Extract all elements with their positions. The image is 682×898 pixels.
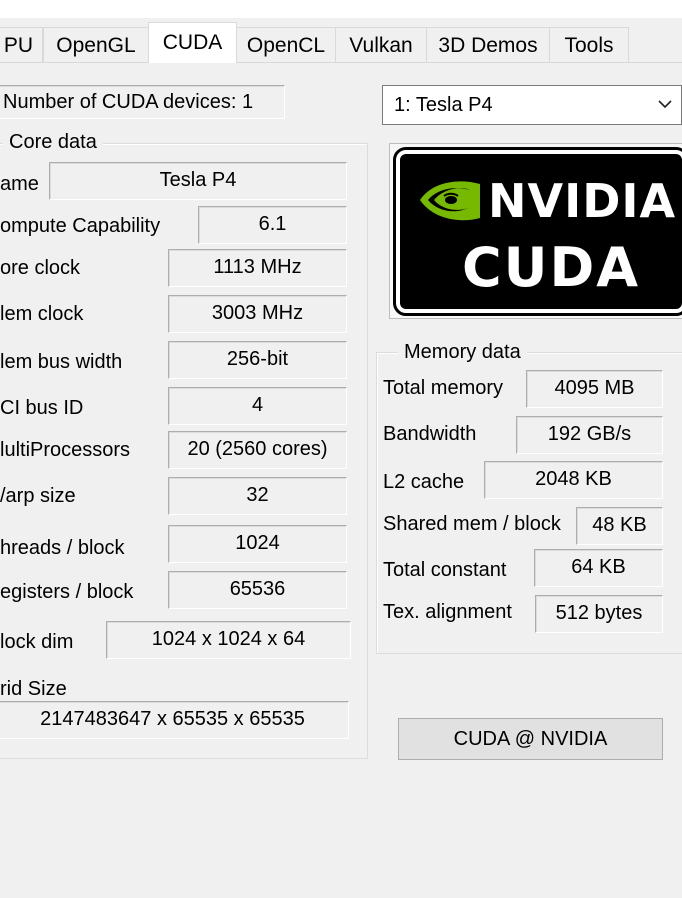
bandwidth-label: Bandwidth — [383, 423, 477, 445]
block-dim-label: lock dim — [0, 631, 74, 653]
name-field: Tesla P4 — [49, 162, 347, 200]
l2-cache-field: 2048 KB — [484, 461, 663, 499]
threads-per-block-field: 1024 — [168, 525, 347, 563]
pci-bus-id-field: 4 — [168, 387, 347, 425]
compute-capability-label: ompute Capability — [0, 215, 161, 237]
grid-size-label: rid Size — [0, 678, 67, 700]
mem-clock-field: 3003 MHz — [168, 295, 347, 333]
multiprocessors-field: 20 (2560 cores) — [168, 431, 347, 469]
total-memory-field: 4095 MB — [526, 370, 663, 408]
nvidia-eye-icon — [420, 181, 480, 221]
mem-bus-width-field: 256-bit — [168, 341, 347, 379]
multiprocessors-label: lultiProcessors — [0, 439, 131, 461]
pci-bus-id-label: CI bus ID — [0, 397, 84, 419]
device-select-value: 1: Tesla P4 — [394, 94, 493, 116]
total-constant-field: 64 KB — [534, 549, 663, 587]
tab-cuda[interactable]: CUDA — [148, 22, 237, 63]
warp-size-label: /arp size — [0, 485, 76, 507]
device-count-field: Number of CUDA devices: 1 — [0, 85, 285, 119]
shared-mem-label: Shared mem / block — [383, 513, 561, 535]
tex-alignment-label: Tex. alignment — [383, 601, 512, 623]
grid-size-field: 2147483647 x 65535 x 65535 — [0, 701, 349, 739]
warp-size-field: 32 — [168, 477, 347, 515]
window-top-strip — [0, 0, 682, 18]
mem-clock-label: lem clock — [0, 303, 84, 325]
bandwidth-field: 192 GB/s — [516, 416, 663, 454]
total-memory-label: Total memory — [383, 377, 504, 399]
tab-3d-demos[interactable]: 3D Demos — [426, 27, 550, 62]
core-clock-label: ore clock — [0, 257, 81, 279]
tab-tools[interactable]: Tools — [549, 27, 629, 62]
memory-data-title: Memory data — [398, 341, 527, 364]
core-clock-field: 1113 MHz — [168, 249, 347, 287]
tab-divider — [0, 62, 682, 63]
l2-cache-label: L2 cache — [383, 471, 465, 493]
registers-per-block-field: 65536 — [168, 571, 347, 609]
compute-capability-field: 6.1 — [198, 206, 347, 244]
name-label: ame — [0, 173, 39, 195]
cuda-nvidia-link-button[interactable]: CUDA @ NVIDIA — [398, 718, 663, 760]
total-constant-label: Total constant — [383, 559, 507, 581]
threads-per-block-label: hreads / block — [0, 537, 125, 559]
device-select[interactable]: 1: Tesla P4 — [382, 85, 682, 125]
nvidia-cuda-logo: NVIDIA CUDA — [393, 147, 682, 316]
tab-gpu[interactable]: PU — [0, 27, 43, 62]
shared-mem-field: 48 KB — [576, 507, 663, 545]
cuda-wordmark: CUDA — [462, 236, 641, 299]
tab-vulkan[interactable]: Vulkan — [335, 27, 427, 62]
core-data-title: Core data — [3, 131, 103, 154]
block-dim-field: 1024 x 1024 x 64 — [106, 621, 351, 659]
tex-alignment-field: 512 bytes — [535, 595, 663, 633]
tab-opencl[interactable]: OpenCL — [236, 27, 336, 62]
tab-opengl[interactable]: OpenGL — [43, 27, 149, 62]
mem-bus-width-label: lem bus width — [0, 351, 123, 373]
nvidia-wordmark: NVIDIA — [488, 174, 677, 228]
chevron-down-icon[interactable] — [657, 98, 673, 110]
registers-per-block-label: egisters / block — [0, 581, 134, 603]
